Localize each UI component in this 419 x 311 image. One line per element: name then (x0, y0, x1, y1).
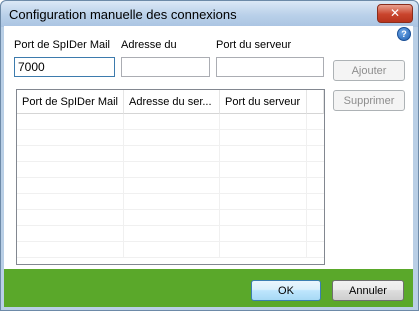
dialog-window: Configuration manuelle des connexions ✕ … (0, 0, 419, 311)
list-header: Port de SpIDer Mail Adresse du ser... Po… (17, 90, 324, 114)
column-header-filler (307, 90, 324, 114)
address-label: Adresse du (121, 39, 177, 51)
empty-row (17, 210, 324, 226)
window-title: Configuration manuelle des connexions (9, 7, 237, 22)
port-spider-input[interactable] (14, 57, 115, 77)
empty-row (17, 194, 324, 210)
port-spider-label: Port de SpIDer Mail (14, 39, 110, 51)
button-bar: OK Annuler (4, 269, 413, 307)
remove-button[interactable]: Supprimer (333, 90, 405, 111)
dialog-content: ? Port de SpIDer Mail Adresse du Port du… (4, 26, 413, 269)
empty-row (17, 162, 324, 178)
add-button[interactable]: Ajouter (333, 60, 405, 81)
empty-row (17, 242, 324, 258)
close-icon: ✕ (389, 6, 401, 20)
help-icon[interactable]: ? (397, 27, 411, 41)
address-input[interactable] (121, 57, 210, 77)
empty-row (17, 178, 324, 194)
title-bar[interactable]: Configuration manuelle des connexions ✕ (1, 1, 418, 27)
close-button[interactable]: ✕ (377, 4, 413, 23)
column-header-server-port[interactable]: Port du serveur (220, 90, 307, 114)
empty-row (17, 146, 324, 162)
column-header-address[interactable]: Adresse du ser... (124, 90, 220, 114)
cancel-button[interactable]: Annuler (332, 280, 404, 301)
column-header-spider-port[interactable]: Port de SpIDer Mail (17, 90, 124, 114)
empty-row (17, 114, 324, 130)
empty-row (17, 130, 324, 146)
ok-button[interactable]: OK (251, 280, 321, 301)
server-port-label: Port du serveur (216, 39, 292, 51)
server-port-input[interactable] (216, 57, 324, 77)
empty-row (17, 226, 324, 242)
connections-list[interactable]: Port de SpIDer Mail Adresse du ser... Po… (16, 89, 325, 265)
list-body (17, 114, 324, 264)
